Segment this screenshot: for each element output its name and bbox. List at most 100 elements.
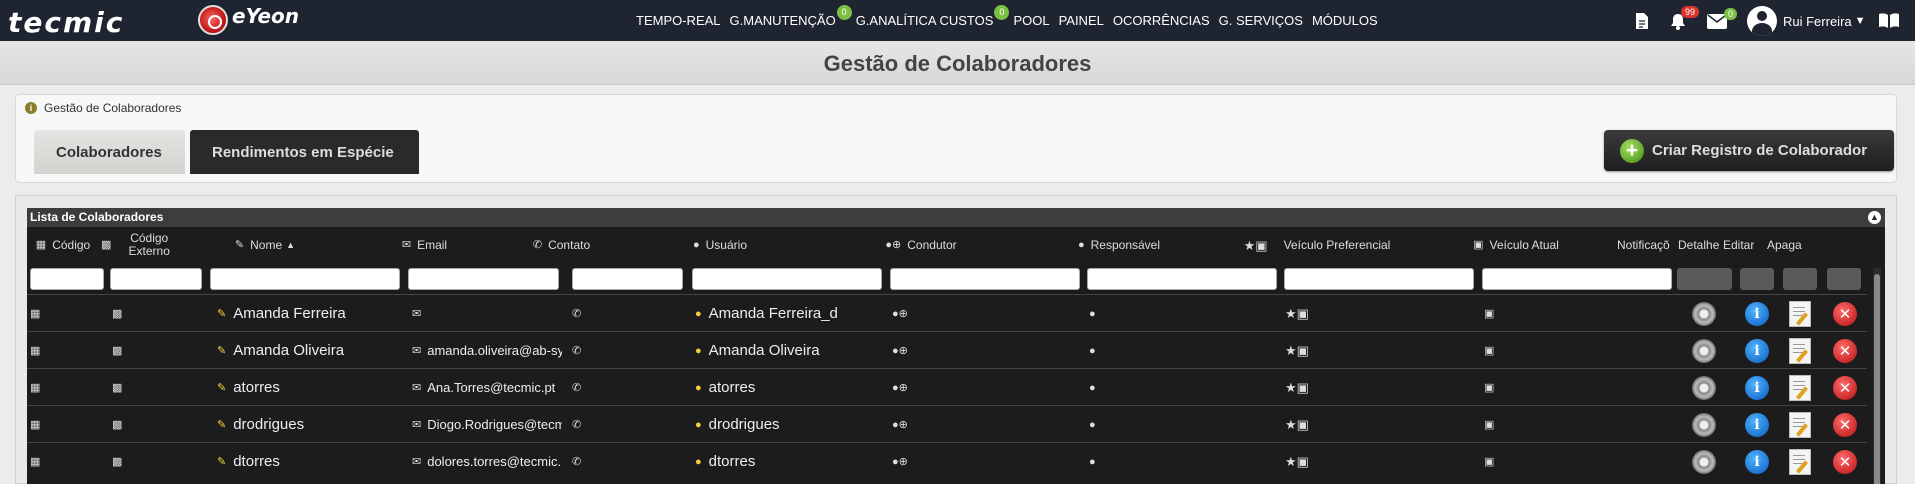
filter-email[interactable] xyxy=(408,268,559,290)
table-row[interactable]: ▦ ▩ ✎ atorres ✉ Ana.Torres@tecmic.pt ✆ ● at… xyxy=(27,368,1867,405)
column-header-apagar[interactable]: Apaga xyxy=(1767,227,1805,263)
nav-item-modulos[interactable]: MÓDULOS xyxy=(1312,13,1378,28)
column-header-responsavel[interactable]: ● Responsável xyxy=(1023,227,1215,263)
book-icon[interactable] xyxy=(1878,12,1900,31)
user-icon[interactable]: ● xyxy=(1089,406,1102,443)
car-icon[interactable]: ▣ xyxy=(1484,369,1500,406)
bell-icon[interactable]: 99 xyxy=(1669,6,1699,30)
envelope-icon[interactable]: 0 xyxy=(1707,7,1737,29)
delete-button[interactable]: ✕ xyxy=(1833,406,1857,443)
column-header-veiculo-atual[interactable]: ▣ Veículo Atual xyxy=(1419,227,1613,263)
table-row[interactable]: ▦ ▩ ✎ drodrigues ✉ Diogo.Rodrigues@tecm ✆ … xyxy=(27,405,1867,442)
nav-item-servicos[interactable]: G. SERVIÇOS xyxy=(1219,13,1303,28)
filter-condutor[interactable] xyxy=(890,268,1080,290)
nav-item-tempo-real[interactable]: TEMPO-REAL xyxy=(636,13,721,28)
delete-button[interactable]: ✕ xyxy=(1833,332,1857,369)
grid-scrollbar[interactable] xyxy=(1873,268,1881,484)
notifications-gear-button[interactable] xyxy=(1692,295,1716,332)
details-button[interactable]: i xyxy=(1745,332,1769,369)
delete-button[interactable]: ✕ xyxy=(1833,443,1857,480)
scrollbar-thumb[interactable] xyxy=(1874,274,1880,484)
table-row[interactable]: ▦ ▩ ✎ Amanda Ferreira ✉ ✆ ● Amanda Ferreir… xyxy=(27,294,1867,331)
driver-icon[interactable]: ●⊕ xyxy=(892,295,914,332)
filter-codigo[interactable] xyxy=(30,268,104,290)
delete-button[interactable]: ✕ xyxy=(1833,295,1857,332)
nav-item-label: G.MANUTENÇÃO xyxy=(729,13,836,28)
filter-veiculo-atual[interactable] xyxy=(1482,268,1672,290)
nav-item-ocorrencias[interactable]: OCORRÊNCIAS xyxy=(1113,13,1210,28)
colaborador-name: atorres xyxy=(233,379,280,396)
column-header-contato[interactable]: ✆ Contato xyxy=(504,227,619,263)
column-header-condutor[interactable]: ●⊕ Condutor xyxy=(823,227,1019,263)
colaboradores-grid: Lista de Colaboradores ▲ ▦ Código ▩ Código… xyxy=(27,208,1885,484)
edit-button[interactable] xyxy=(1789,443,1811,480)
car-icon[interactable]: ▣ xyxy=(1484,443,1500,480)
sort-icon[interactable]: ▲ xyxy=(286,239,295,252)
create-colaborador-button[interactable]: + Criar Registro de Colaborador xyxy=(1604,130,1894,171)
filter-codigo-externo[interactable] xyxy=(110,268,202,290)
column-header-detalhes[interactable]: Detalhe xyxy=(1678,227,1720,263)
driver-icon[interactable]: ●⊕ xyxy=(892,332,914,369)
star-car-icon[interactable]: ★▣ xyxy=(1285,406,1315,443)
table-row[interactable]: ▦ ▩ ✎ Amanda Oliveira ✉ amanda.oliveira@ab… xyxy=(27,331,1867,368)
delete-button[interactable]: ✕ xyxy=(1833,369,1857,406)
user-name[interactable]: Rui Ferreira xyxy=(1783,14,1852,29)
filter-veiculo-preferencial[interactable] xyxy=(1284,268,1474,290)
driver-icon[interactable]: ●⊕ xyxy=(892,406,914,443)
filter-responsavel[interactable] xyxy=(1087,268,1277,290)
document-icon[interactable] xyxy=(1635,12,1649,30)
nav-item-manutencao[interactable]: G.MANUTENÇÃO 0 xyxy=(729,5,852,28)
user-icon[interactable]: ● xyxy=(1089,332,1102,369)
user-icon[interactable]: ● xyxy=(1089,369,1102,406)
details-button[interactable]: i xyxy=(1745,443,1769,480)
column-header-codigo[interactable]: ▦ Código xyxy=(27,227,99,263)
car-icon[interactable]: ▣ xyxy=(1484,406,1500,443)
table-row[interactable]: ▦ ▩ ✎ dtorres ✉ dolores.torres@tecmic. ✆ ●… xyxy=(27,442,1867,479)
edit-button[interactable] xyxy=(1789,406,1811,443)
car-icon[interactable]: ▣ xyxy=(1484,295,1500,332)
car-icon[interactable]: ▣ xyxy=(1484,332,1500,369)
nav-item-pool[interactable]: POOL xyxy=(1013,13,1049,28)
avatar[interactable] xyxy=(1747,6,1777,36)
nav-item-analitica-custos[interactable]: G.ANALÍTICA CUSTOS 0 xyxy=(856,5,1010,28)
details-button[interactable]: i xyxy=(1745,295,1769,332)
column-header-usuario[interactable]: ● Usuário xyxy=(623,227,817,263)
notifications-gear-button[interactable] xyxy=(1692,443,1716,480)
column-header-nome[interactable]: ✎ Nome ▲ xyxy=(185,227,345,263)
filter-nome[interactable] xyxy=(210,268,400,290)
envelope-icon: ✉ xyxy=(412,382,422,394)
column-header-notificacoes[interactable]: Notificaçõ xyxy=(1617,227,1677,263)
edit-button[interactable] xyxy=(1789,332,1811,369)
star-car-icon[interactable]: ★▣ xyxy=(1285,443,1315,480)
tab-rendimentos-especie[interactable]: Rendimentos em Espécie xyxy=(190,130,419,174)
user-icon[interactable]: ● xyxy=(1089,295,1102,332)
eyeon-logo[interactable]: eYeon xyxy=(198,4,299,36)
phone-icon: ✆ xyxy=(572,345,582,357)
column-header-veiculo-preferencial[interactable]: ★▣ Veículo Preferencial xyxy=(1219,227,1415,263)
column-header-codigo-externo[interactable]: ▩ Código Externo xyxy=(101,227,181,263)
star-car-icon[interactable]: ★▣ xyxy=(1285,369,1315,406)
star-car-icon[interactable]: ★▣ xyxy=(1285,295,1315,332)
column-header-editar[interactable]: Editar xyxy=(1723,227,1763,263)
driver-icon[interactable]: ●⊕ xyxy=(892,369,914,406)
notifications-gear-button[interactable] xyxy=(1692,369,1716,406)
star-car-icon[interactable]: ★▣ xyxy=(1285,332,1315,369)
details-button[interactable]: i xyxy=(1745,406,1769,443)
column-header-email[interactable]: ✉ Email xyxy=(347,227,502,263)
user-icon[interactable]: ● xyxy=(1089,443,1102,480)
notifications-gear-button[interactable] xyxy=(1692,332,1716,369)
edit-button[interactable] xyxy=(1789,295,1811,332)
driver-icon[interactable]: ●⊕ xyxy=(892,443,914,480)
plus-icon: + xyxy=(1620,138,1644,163)
details-button[interactable]: i xyxy=(1745,369,1769,406)
chevron-down-icon[interactable]: ▼ xyxy=(1855,15,1866,27)
nav-item-painel[interactable]: PAINEL xyxy=(1059,13,1104,28)
collapse-icon[interactable]: ▲ xyxy=(1868,211,1881,224)
tab-colaboradores[interactable]: Colaboradores xyxy=(34,130,185,174)
notifications-gear-button[interactable] xyxy=(1692,406,1716,443)
envelope-icon: ✉ xyxy=(412,345,422,357)
filter-usuario[interactable] xyxy=(692,268,882,290)
edit-button[interactable] xyxy=(1789,369,1811,406)
filter-contato[interactable] xyxy=(572,268,683,290)
tecmic-logo[interactable]: tecmic xyxy=(8,6,124,39)
